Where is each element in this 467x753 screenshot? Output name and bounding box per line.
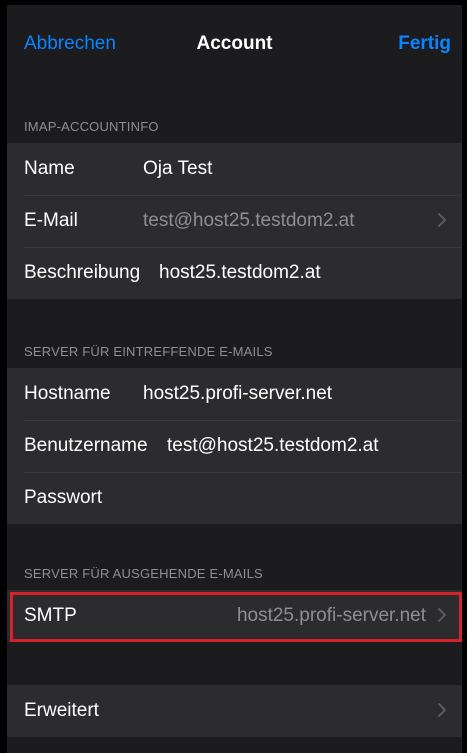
page-title: Account <box>196 33 273 54</box>
imap-group: Name Oja Test E-Mail test@host25.testdom… <box>7 143 462 299</box>
advanced-label: Erweitert <box>24 700 99 721</box>
advanced-group: Erweitert <box>7 685 462 737</box>
chevron-right-icon <box>435 607 449 623</box>
advanced-row[interactable]: Erweitert <box>7 685 462 737</box>
done-button[interactable]: Fertig <box>398 33 451 55</box>
smtp-row[interactable]: SMTP host25.profi-server.net <box>7 590 462 642</box>
email-value: test@host25.testdom2.at <box>143 210 355 231</box>
chevron-right-icon <box>435 702 449 718</box>
section-header-incoming: SERVER FÜR EINTREFFENDE E-MAILS <box>24 344 273 359</box>
section-header-outgoing: SERVER FÜR AUSGEHENDE E-MAILS <box>24 566 263 581</box>
navigation-bar: Abbrechen Account Fertig <box>7 5 462 85</box>
smtp-value: host25.profi-server.net <box>236 605 426 626</box>
username-label: Benutzername <box>24 435 148 456</box>
smtp-label: SMTP <box>24 605 77 626</box>
name-row[interactable]: Name Oja Test <box>7 143 462 195</box>
hostname-value[interactable]: host25.profi-server.net <box>143 383 332 405</box>
description-label: Beschreibung <box>24 262 141 283</box>
hostname-label: Hostname <box>24 383 111 404</box>
chevron-right-icon <box>435 212 449 228</box>
username-value[interactable]: test@host25.testdom2.at <box>167 435 379 457</box>
incoming-group: Hostname host25.profi-server.net Benutze… <box>7 368 462 524</box>
username-row[interactable]: Benutzername test@host25.testdom2.at <box>7 420 462 472</box>
account-settings-screen: Abbrechen Account Fertig IMAP-ACCOUNTINF… <box>7 5 462 753</box>
password-label: Passwort <box>24 487 103 508</box>
hostname-row[interactable]: Hostname host25.profi-server.net <box>7 368 462 420</box>
description-row[interactable]: Beschreibung host25.testdom2.at <box>7 247 462 299</box>
outgoing-group: SMTP host25.profi-server.net <box>7 590 462 642</box>
section-header-imap: IMAP-ACCOUNTINFO <box>24 119 159 134</box>
password-row[interactable]: Passwort <box>7 472 462 524</box>
email-row[interactable]: E-Mail test@host25.testdom2.at <box>7 195 462 247</box>
description-value[interactable]: host25.testdom2.at <box>159 262 321 284</box>
name-value[interactable]: Oja Test <box>143 158 212 180</box>
email-label: E-Mail <box>24 210 78 231</box>
name-label: Name <box>24 158 75 179</box>
